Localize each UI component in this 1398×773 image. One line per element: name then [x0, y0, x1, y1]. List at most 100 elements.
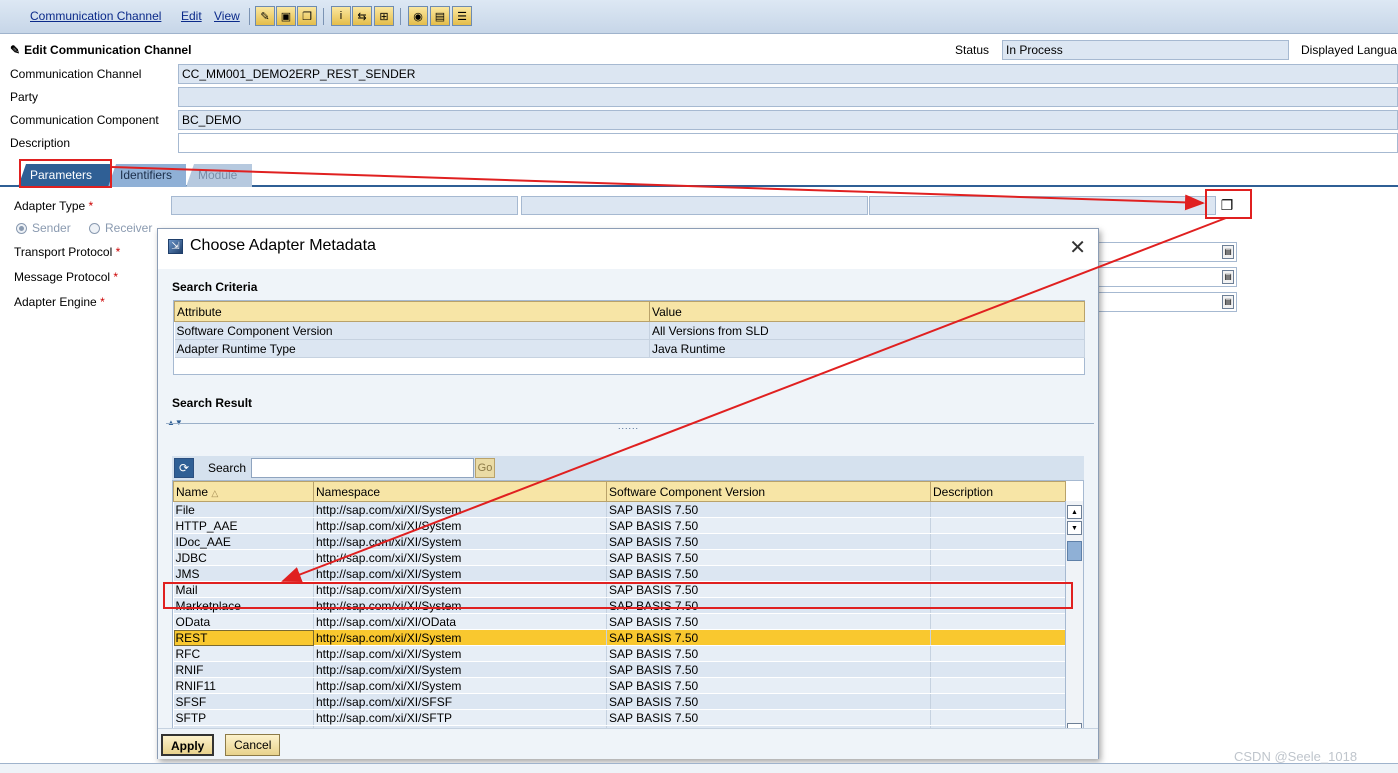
dropdown-icon[interactable]: ▤ [1222, 270, 1234, 284]
namespace-cell: http://sap.com/xi/XI/System [313, 501, 607, 518]
splitter-handle[interactable]: ...... [166, 422, 1094, 431]
table-icon[interactable]: ▤ [430, 6, 450, 26]
bottom-splitter[interactable] [0, 763, 1398, 773]
scroll-up-icon[interactable]: ▲ [1067, 505, 1082, 519]
table-row[interactable]: Software Component Version All Versions … [174, 321, 1085, 340]
receiver-label: Receiver [105, 221, 153, 235]
tab-identifiers[interactable]: Identifiers [108, 164, 186, 187]
column-header-name[interactable]: Name △ [173, 481, 314, 502]
splitter-grip-icon[interactable]: ...... [618, 422, 639, 431]
description-cell [930, 645, 1066, 662]
software-component-version-cell: SAP BASIS 7.50 [606, 661, 931, 678]
save-icon[interactable]: ▣ [276, 6, 296, 26]
table-row[interactable]: HTTP_AAE http://sap.com/xi/XI/System SAP B… [173, 517, 1066, 534]
search-label: Search [208, 461, 247, 475]
description-cell [930, 549, 1066, 566]
vertical-scrollbar[interactable]: ▲ ▼ ▲ ▼ [1065, 501, 1083, 757]
adapter-engine-dropdown[interactable]: ▤ [1098, 292, 1237, 312]
criteria-header-value[interactable]: Value [649, 301, 1085, 322]
menu-edit[interactable]: Edit [181, 9, 202, 23]
criteria-value-cell[interactable]: Java Runtime [649, 339, 1085, 358]
scrollbar-thumb[interactable] [1067, 541, 1082, 561]
page-title: ✎ Edit Communication Channel [10, 43, 191, 57]
info-icon[interactable]: i [331, 6, 351, 26]
namespace-cell: http://sap.com/xi/XI/System [313, 677, 607, 694]
name-cell: Mail [173, 581, 314, 598]
table-row[interactable]: File http://sap.com/xi/XI/System SAP BASIS… [173, 501, 1066, 518]
table-row[interactable]: SFSF http://sap.com/xi/XI/SFSF SAP BASIS 7… [173, 693, 1066, 710]
sender-radio-dot [16, 222, 27, 234]
table-row[interactable]: OData http://sap.com/xi/XI/OData SAP BASIS… [173, 613, 1066, 630]
table-row[interactable]: IDoc_AAE http://sap.com/xi/XI/System SAP B… [173, 533, 1066, 550]
criteria-header-attribute[interactable]: Attribute [174, 301, 650, 322]
related-objects-icon[interactable]: ⊞ [374, 6, 394, 26]
message-protocol-dropdown[interactable]: ▤ [1098, 267, 1237, 287]
close-icon[interactable]: ✕ [1069, 235, 1086, 260]
namespace-cell: http://sap.com/xi/XI/System [313, 533, 607, 550]
apply-button[interactable]: Apply [161, 734, 215, 756]
refresh-icon[interactable]: ⟳ [174, 458, 194, 478]
software-component-version-cell: SAP BASIS 7.50 [606, 597, 931, 614]
receiver-radio[interactable]: Receiver [89, 221, 152, 235]
name-cell: SFTP [173, 709, 314, 726]
table-row[interactable]: RNIF http://sap.com/xi/XI/System SAP BASIS… [173, 661, 1066, 678]
table-row[interactable]: REST http://sap.com/xi/XI/System SAP BASIS… [173, 629, 1066, 646]
test-icon[interactable]: ◉ [408, 6, 428, 26]
software-component-version-cell: SAP BASIS 7.50 [606, 677, 931, 694]
name-cell: Marketplace [173, 597, 314, 614]
dialog-window-icon: ⇲ [168, 238, 183, 254]
search-result-title: Search Result [172, 396, 253, 410]
copy-icon[interactable]: ❐ [297, 6, 317, 26]
adapter-type-version-field[interactable] [869, 196, 1216, 215]
party-field [178, 87, 1398, 107]
table-row[interactable]: Marketplace http://sap.com/xi/XI/System SA… [173, 597, 1066, 614]
description-field[interactable] [178, 133, 1398, 153]
tab-parameters[interactable]: Parameters [18, 164, 112, 187]
description-cell [930, 501, 1066, 518]
column-header-software-component-version[interactable]: Software Component Version [606, 481, 931, 502]
dropdown-icon[interactable]: ▤ [1222, 295, 1234, 309]
namespace-cell: http://sap.com/xi/XI/System [313, 661, 607, 678]
table-row[interactable]: Adapter Runtime Type Java Runtime [174, 339, 1085, 358]
adapter-type-name-field[interactable] [171, 196, 518, 215]
table-row[interactable]: RNIF11 http://sap.com/xi/XI/System SAP BAS… [173, 677, 1066, 694]
edit-pencil-icon[interactable]: ✎ [255, 6, 275, 26]
history-icon[interactable]: ☰ [452, 6, 472, 26]
tab-bar: Parameters Identifiers Module [0, 160, 1398, 187]
namespace-cell: http://sap.com/xi/XI/System [313, 629, 607, 646]
where-used-icon[interactable]: ⇆ [352, 6, 372, 26]
dialog-footer: Apply Cancel [158, 728, 1098, 758]
value-help-icon[interactable]: ❐ [1216, 194, 1238, 216]
sender-radio[interactable]: Sender [16, 221, 71, 235]
criteria-value-cell[interactable]: All Versions from SLD [649, 321, 1085, 340]
dropdown-icon[interactable]: ▤ [1222, 245, 1234, 259]
menu-communication-channel[interactable]: Communication Channel [30, 9, 161, 23]
software-component-version-cell: SAP BASIS 7.50 [606, 645, 931, 662]
table-row[interactable]: SFTP http://sap.com/xi/XI/SFTP SAP BASIS 7… [173, 709, 1066, 726]
receiver-radio-dot [89, 222, 100, 234]
table-row[interactable]: RFC http://sap.com/xi/XI/System SAP BASIS … [173, 645, 1066, 662]
software-component-version-cell: SAP BASIS 7.50 [606, 565, 931, 582]
column-header-namespace[interactable]: Namespace [313, 481, 607, 502]
scroll-down-icon[interactable]: ▼ [1067, 521, 1082, 535]
cancel-button[interactable]: Cancel [225, 734, 281, 756]
software-component-version-cell: SAP BASIS 7.50 [606, 517, 931, 534]
edit-channel-icon: ✎ [10, 43, 21, 57]
channel-header: ✎ Edit Communication Channel Status In P… [0, 36, 1398, 158]
table-row[interactable]: JDBC http://sap.com/xi/XI/System SAP BASIS… [173, 549, 1066, 566]
transport-protocol-dropdown[interactable]: ▤ [1098, 242, 1237, 262]
search-input[interactable] [251, 458, 474, 478]
table-row[interactable]: JMS http://sap.com/xi/XI/System SAP BASIS … [173, 565, 1066, 582]
namespace-cell: http://sap.com/xi/XI/System [313, 581, 607, 598]
menu-view[interactable]: View [214, 9, 240, 23]
software-component-version-cell: SAP BASIS 7.50 [606, 709, 931, 726]
dialog-title: ⇲ Choose Adapter Metadata [168, 237, 376, 255]
go-button[interactable]: Go [475, 458, 495, 478]
table-row[interactable]: Mail http://sap.com/xi/XI/System SAP BASIS… [173, 581, 1066, 598]
adapter-engine-label: Adapter Engine * [14, 295, 105, 309]
transport-protocol-label: Transport Protocol * [14, 245, 121, 259]
adapter-type-namespace-field[interactable] [521, 196, 868, 215]
search-criteria-title: Search Criteria [172, 280, 258, 294]
column-header-description[interactable]: Description [930, 481, 1066, 502]
description-cell [930, 565, 1066, 582]
